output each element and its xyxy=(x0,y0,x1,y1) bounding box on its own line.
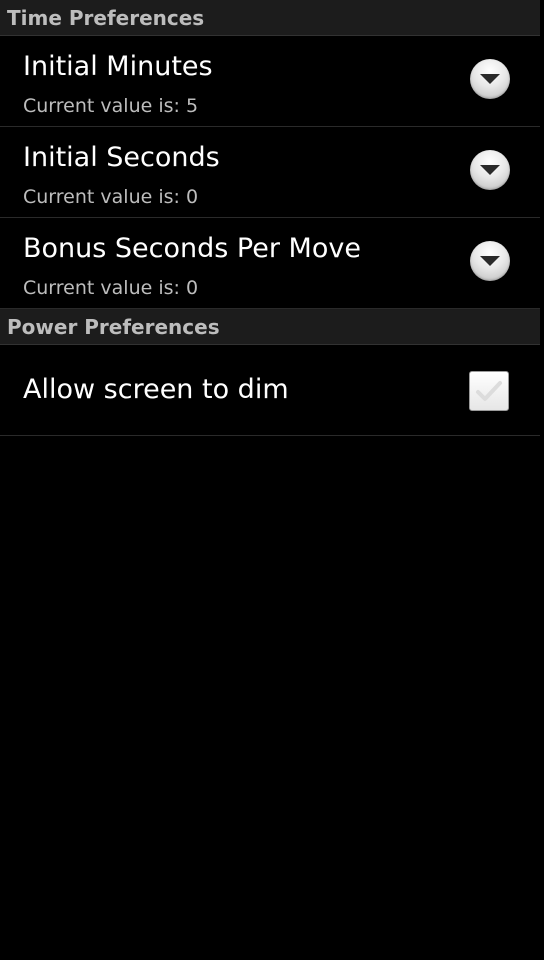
checkmark-icon xyxy=(476,381,502,401)
category-header-time: Time Preferences xyxy=(0,0,540,36)
pref-title: Initial Minutes xyxy=(23,51,213,82)
pref-title: Initial Seconds xyxy=(23,142,220,173)
pref-initial-minutes[interactable]: Initial Minutes Current value is: 5 xyxy=(0,36,540,127)
chevron-down-icon[interactable] xyxy=(470,59,510,99)
category-title: Time Preferences xyxy=(7,5,205,30)
pref-initial-seconds[interactable]: Initial Seconds Current value is: 0 xyxy=(0,127,540,218)
category-header-power: Power Preferences xyxy=(0,309,540,345)
pref-allow-screen-dim[interactable]: Allow screen to dim xyxy=(0,345,540,436)
preferences-screen: Time Preferences Initial Minutes Current… xyxy=(0,0,544,960)
pref-summary: Current value is: 0 xyxy=(23,186,199,208)
checkbox-icon[interactable] xyxy=(469,371,509,411)
pref-summary: Current value is: 0 xyxy=(23,277,199,299)
pref-title: Allow screen to dim xyxy=(23,374,289,405)
pref-summary: Current value is: 5 xyxy=(23,95,199,117)
category-title: Power Preferences xyxy=(7,314,220,339)
chevron-down-icon[interactable] xyxy=(470,150,510,190)
pref-bonus-seconds[interactable]: Bonus Seconds Per Move Current value is:… xyxy=(0,218,540,309)
pref-title: Bonus Seconds Per Move xyxy=(23,233,361,264)
chevron-down-icon[interactable] xyxy=(470,241,510,281)
